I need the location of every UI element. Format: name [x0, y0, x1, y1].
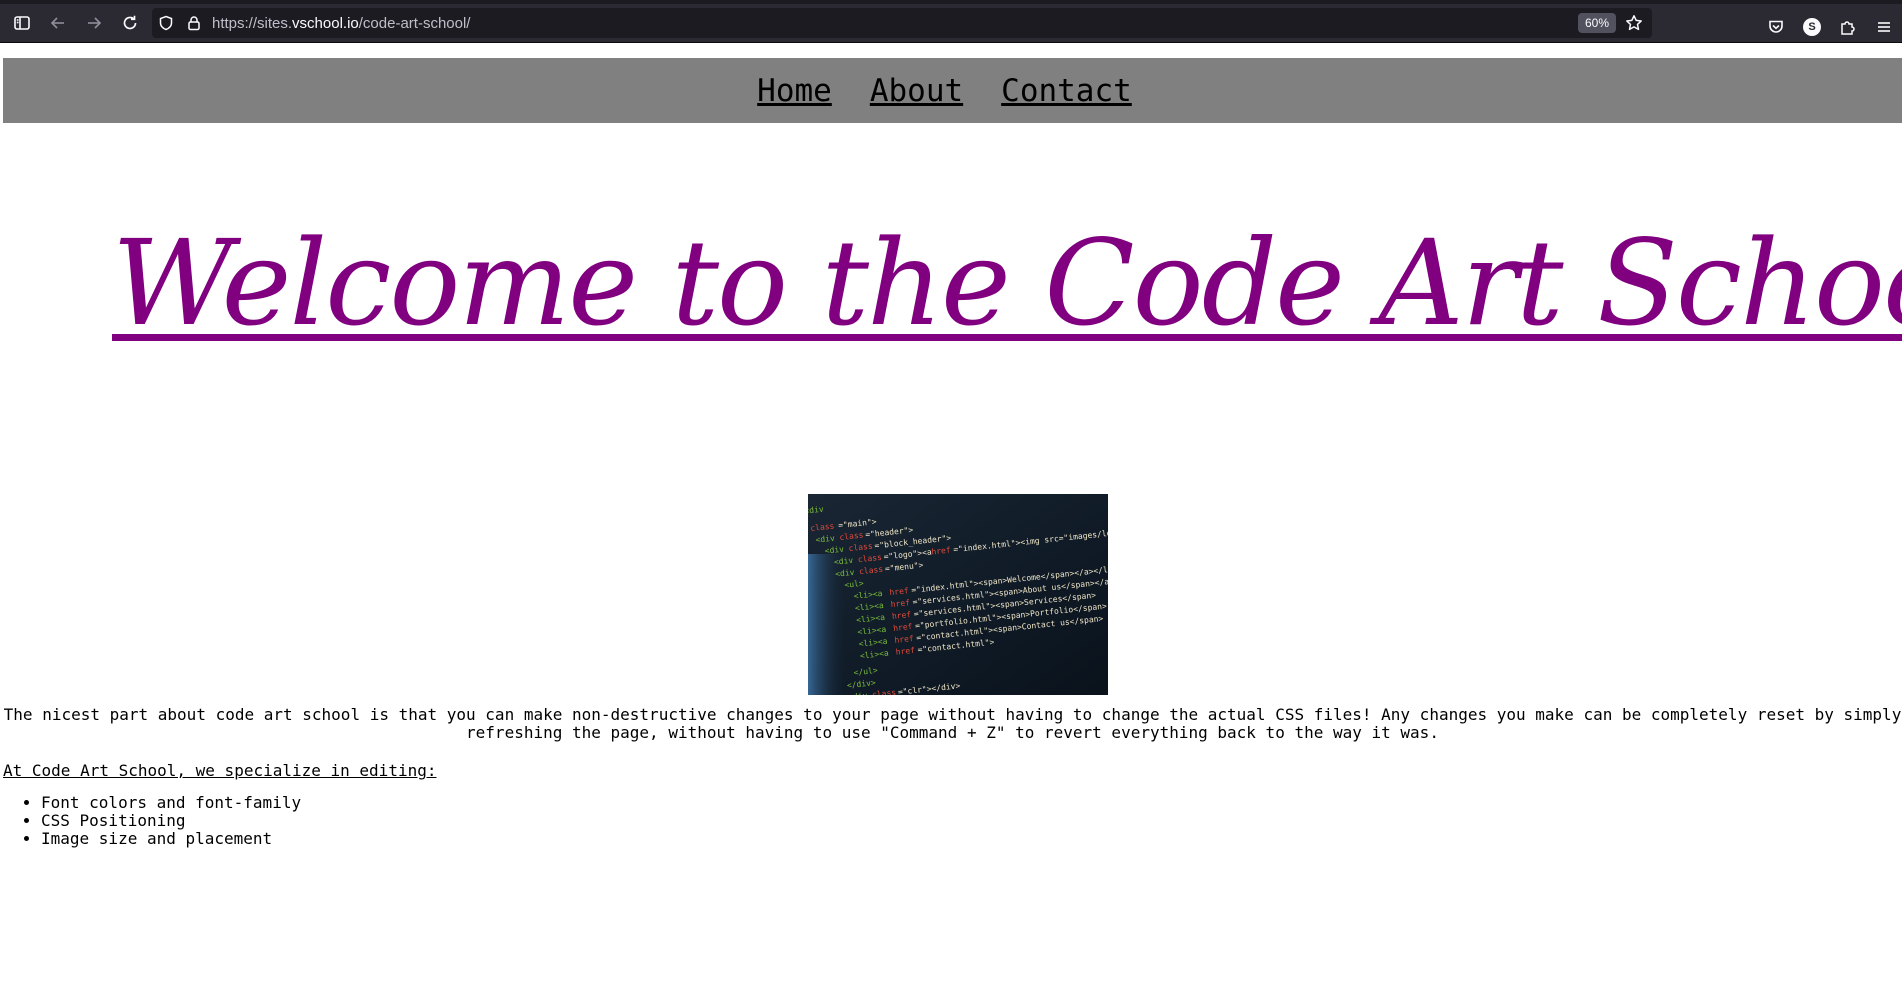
- lock-icon[interactable]: [180, 8, 208, 38]
- pocket-icon[interactable]: [1758, 9, 1794, 45]
- forward-arrow-icon[interactable]: [76, 5, 112, 41]
- skill-list: Font colors and font-family CSS Position…: [3, 794, 301, 848]
- url-text: https://sites.vschool.io/code-art-school…: [212, 14, 471, 32]
- toolbar-right-group: S: [1758, 8, 1902, 46]
- address-bar[interactable]: https://sites.vschool.io/code-art-school…: [152, 8, 1652, 38]
- specialize-heading: At Code Art School, we specialize in edi…: [3, 761, 437, 780]
- account-avatar[interactable]: S: [1794, 9, 1830, 45]
- sidebar-toggle-icon[interactable]: [4, 5, 40, 41]
- browser-toolbar: https://sites.vschool.io/code-art-school…: [0, 4, 1902, 42]
- intro-paragraph: The nicest part about code art school is…: [3, 705, 1902, 742]
- bookmark-star-icon[interactable]: [1622, 11, 1646, 35]
- tracking-shield-icon[interactable]: [152, 8, 180, 38]
- code-screenshot-image: <div class ="main"> <div class ="header"> <…: [808, 494, 1108, 695]
- list-item: Font colors and font-family: [41, 794, 301, 812]
- extensions-puzzle-icon[interactable]: [1830, 9, 1866, 45]
- hamburger-menu-icon[interactable]: [1866, 9, 1902, 45]
- nav-link-home[interactable]: Home: [757, 73, 832, 109]
- list-item: CSS Positioning: [41, 812, 301, 830]
- nav-link-contact[interactable]: Contact: [1001, 73, 1132, 109]
- zoom-level-badge[interactable]: 60%: [1577, 13, 1616, 33]
- avatar-initial: S: [1803, 18, 1821, 36]
- list-item: Image size and placement: [41, 830, 301, 848]
- back-arrow-icon[interactable]: [40, 5, 76, 41]
- site-nav-bar: Home About Contact: [3, 58, 1902, 123]
- page-title: Welcome to the Code Art School!: [112, 214, 1902, 352]
- nav-link-about[interactable]: About: [870, 73, 963, 109]
- reload-icon[interactable]: [112, 5, 148, 41]
- page-viewport: Home About Contact Welcome to the Code A…: [0, 43, 1902, 993]
